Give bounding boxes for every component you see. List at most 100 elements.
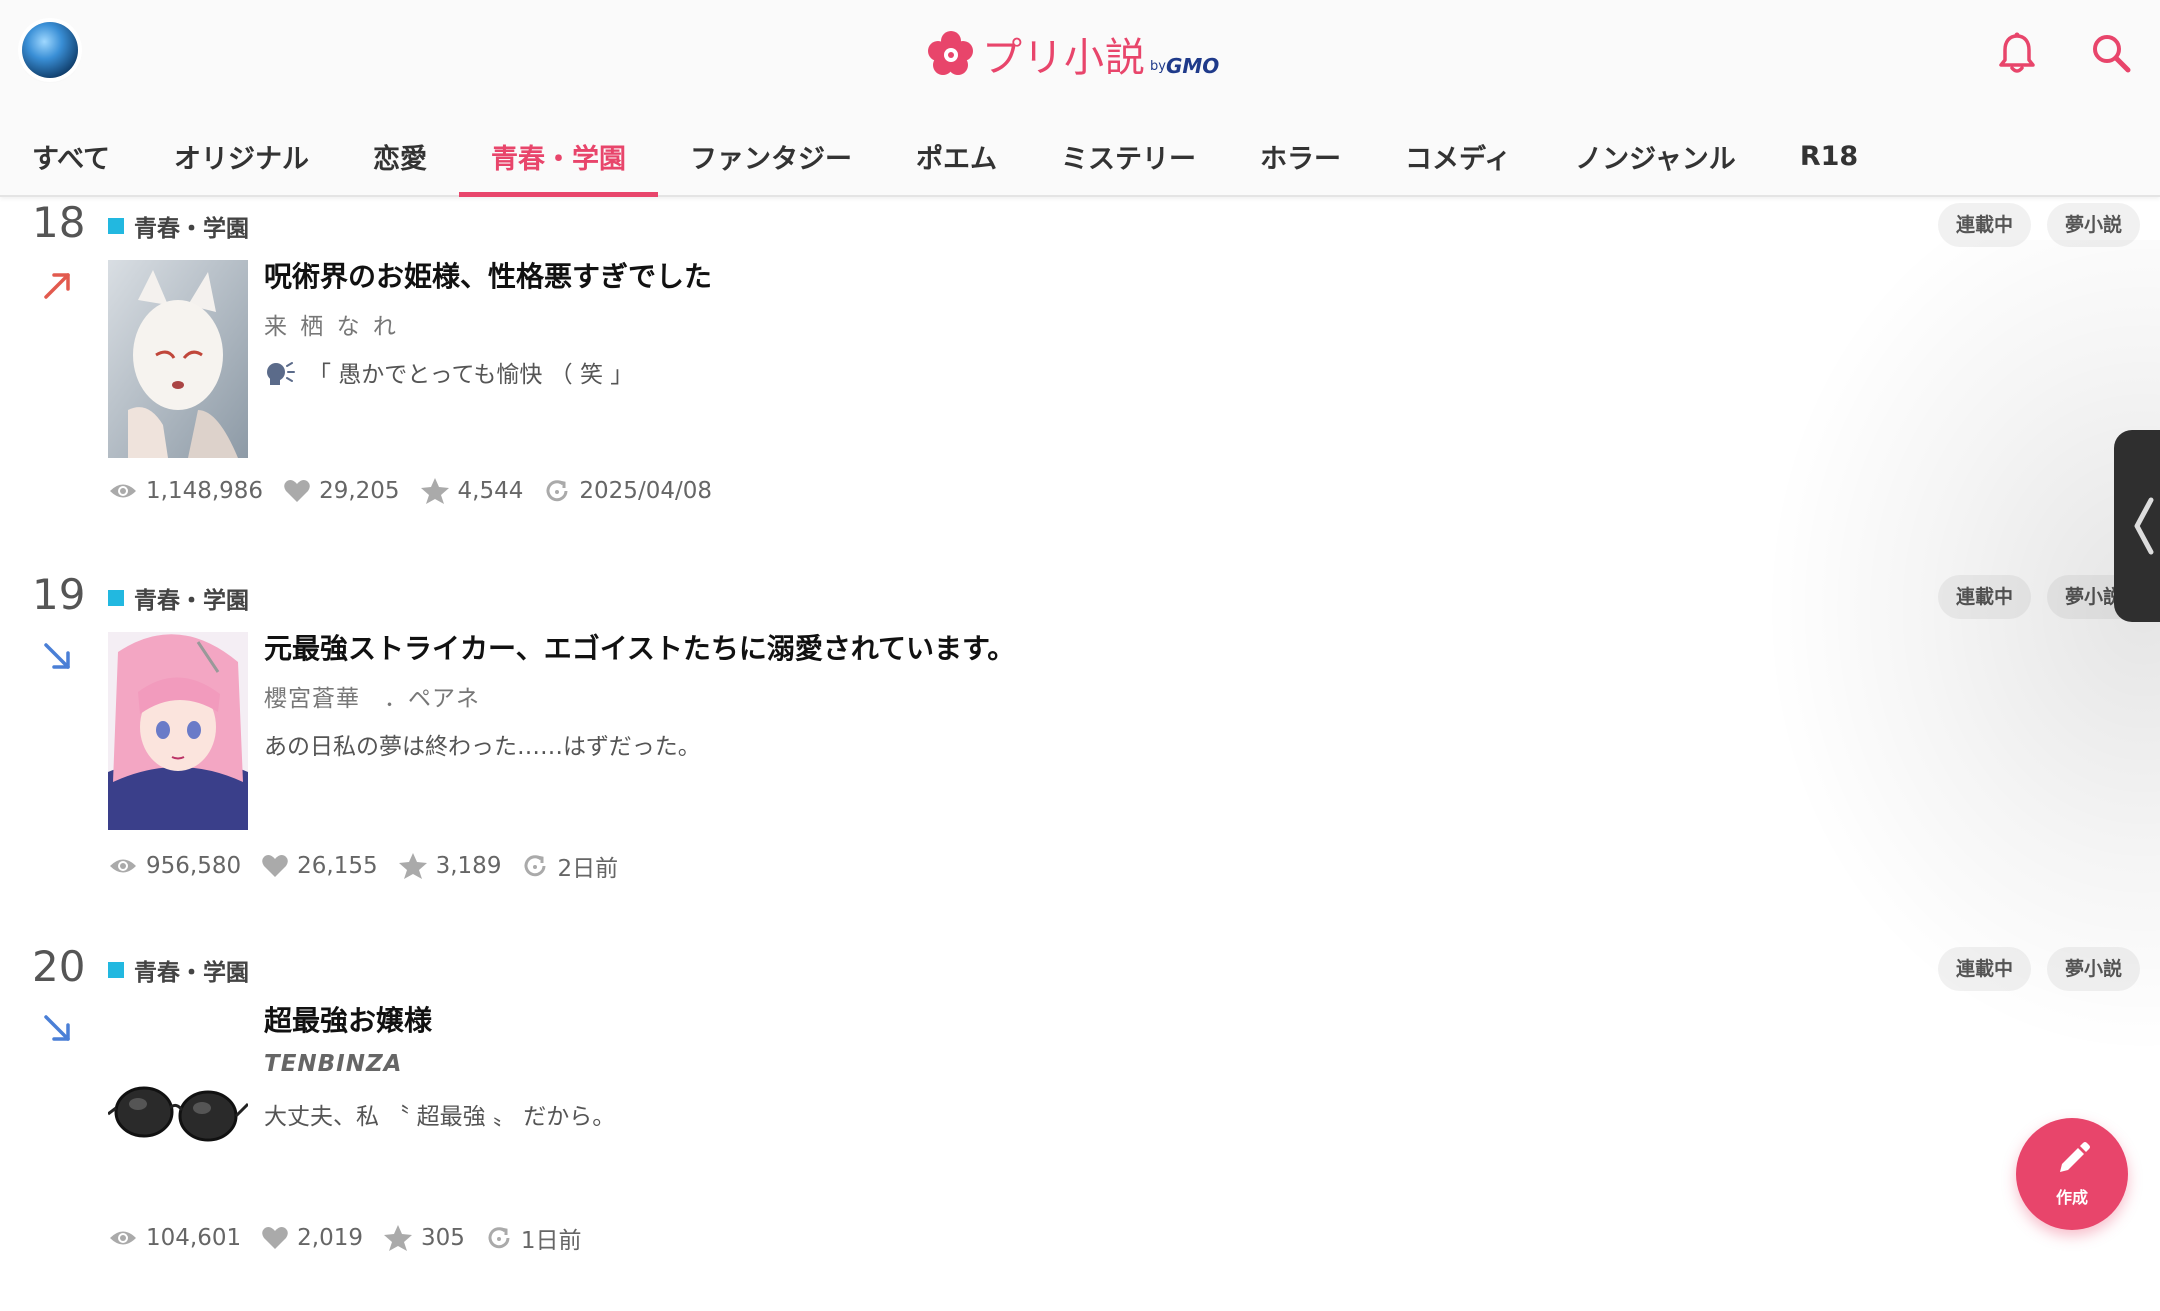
star-icon — [420, 478, 449, 504]
avatar[interactable] — [22, 22, 78, 78]
type-badge: 夢小説 — [2046, 947, 2140, 991]
novel-title[interactable]: 呪術界のお姫様、性格悪すぎでした — [264, 255, 712, 295]
genre-label: 青春・学園 — [108, 209, 249, 243]
stats-row: 1,148,986 29,205 4,544 2025/04/08 — [108, 477, 732, 505]
tab-youth-school[interactable]: 青春・学園 — [459, 118, 659, 197]
tab-label: ノンジャンル — [1575, 144, 1736, 175]
heart-icon — [262, 855, 288, 877]
tab-mystery[interactable]: ミステリー — [1029, 118, 1228, 195]
tab-label: ミステリー — [1061, 144, 1197, 175]
tagline: あの日私の夢は終わった……はずだった。 — [264, 727, 701, 761]
heart-icon — [262, 1227, 288, 1249]
pencil-icon — [2060, 1142, 2090, 1172]
trend-down-icon — [44, 1015, 70, 1041]
likes-stat: 29,205 — [283, 478, 400, 504]
stats-row: 104,601 2,019 305 1日前 — [108, 1221, 602, 1255]
stars-count: 305 — [420, 1225, 465, 1251]
likes-count: 29,205 — [319, 478, 400, 504]
tab-romance[interactable]: 恋愛 — [341, 118, 459, 195]
novel-title[interactable]: 超最強お嬢様 — [264, 999, 432, 1039]
cover-image[interactable] — [108, 260, 248, 458]
genre-tabs: すべて オリジナル 恋愛 青春・学園 ファンタジー ポエム ミステリー ホラー … — [0, 118, 2160, 197]
tagline-text: 大丈夫、私 〝 超最強 〟 だから。 — [264, 1104, 616, 1130]
tab-all[interactable]: すべて — [0, 118, 142, 195]
tab-non-genre[interactable]: ノンジャンル — [1543, 118, 1768, 195]
app-header: プリ小説 by GMO すべて オリジナル 恋愛 青春・学園 ファンタジー ポエ… — [0, 0, 2160, 197]
ranking-list: 18 青春・学園 連載中 夢小説 呪術界のお姫様、性格悪すぎでした 来 栖 な … — [0, 195, 2160, 1260]
flower-logo-icon — [928, 31, 973, 75]
tab-poem[interactable]: ポエム — [884, 118, 1029, 195]
site-logo[interactable]: プリ小説 by GMO — [926, 26, 1219, 82]
tab-horror[interactable]: ホラー — [1228, 118, 1373, 195]
trend-down-icon — [44, 643, 70, 669]
chevron-left-icon — [2134, 497, 2154, 555]
rank-number: 20 — [32, 942, 86, 991]
status-badge: 連載中 — [1937, 203, 2031, 247]
tab-fantasy[interactable]: ファンタジー — [658, 118, 884, 195]
likes-stat: 2,019 — [261, 1225, 363, 1251]
likes-count: 26,155 — [297, 853, 378, 879]
ranking-item[interactable]: 18 青春・学園 連載中 夢小説 呪術界のお姫様、性格悪すぎでした 来 栖 な … — [0, 195, 2160, 567]
tab-label: ファンタジー — [690, 144, 853, 175]
author-name[interactable]: 櫻宮蒼華 ．ペアネ — [264, 679, 480, 713]
likes-stat: 26,155 — [261, 853, 378, 879]
genre-label: 青春・学園 — [108, 953, 249, 987]
side-panel-handle[interactable] — [2114, 430, 2160, 622]
ranking-item[interactable]: 20 青春・学園 連載中 夢小説 超最強お嬢様 TENBINZA 大丈夫、私 〝… — [0, 939, 2160, 1311]
badge-group: 連載中 夢小説 — [1937, 947, 2140, 991]
tab-label: R18 — [1799, 141, 1859, 172]
updated-date: 2025/04/08 — [579, 478, 712, 504]
tab-label: オリジナル — [174, 144, 310, 175]
badge-group: 連載中 夢小説 — [1937, 575, 2140, 619]
novel-title[interactable]: 元最強ストライカー、エゴイストたちに溺愛されています。 — [264, 627, 1015, 667]
logo-text: プリ小説 — [982, 35, 1146, 81]
bell-icon[interactable] — [1994, 30, 2040, 76]
stats-row: 956,580 26,155 3,189 2日前 — [108, 849, 638, 883]
genre-square-icon — [108, 962, 124, 978]
author-name[interactable]: TENBINZA — [264, 1051, 402, 1077]
create-button[interactable]: 作成 — [2016, 1118, 2128, 1230]
updated-stat: 2025/04/08 — [543, 477, 712, 505]
tab-label: すべて — [32, 144, 111, 175]
star-icon — [383, 1225, 412, 1251]
stars-count: 3,189 — [435, 853, 502, 879]
views-count: 956,580 — [146, 853, 242, 879]
updated-date: 2日前 — [557, 856, 619, 882]
status-badge: 連載中 — [1937, 947, 2031, 991]
updated-stat: 1日前 — [485, 1221, 582, 1255]
cover-image[interactable] — [108, 1004, 248, 1202]
likes-count: 2,019 — [297, 1225, 363, 1251]
tab-label: ポエム — [916, 144, 998, 175]
author-name[interactable]: 来 栖 な れ — [264, 307, 399, 341]
tab-r18[interactable]: R18 — [1768, 118, 1890, 195]
refresh-icon — [488, 1227, 510, 1249]
trend-up-icon — [44, 273, 70, 299]
tab-label: ホラー — [1260, 144, 1342, 175]
tagline-text: あの日私の夢は終わった……はずだった。 — [264, 734, 701, 760]
eye-icon — [110, 859, 136, 873]
stars-stat: 4,544 — [420, 477, 524, 505]
tab-original[interactable]: オリジナル — [142, 118, 341, 195]
create-label: 作成 — [2055, 1188, 2088, 1207]
genre-text: 青春・学園 — [134, 960, 249, 986]
updated-stat: 2日前 — [521, 849, 618, 883]
views-stat: 956,580 — [108, 853, 241, 879]
search-icon[interactable] — [2088, 30, 2134, 76]
logo-by: by — [1150, 59, 1166, 74]
tab-comedy[interactable]: コメディ — [1373, 118, 1543, 195]
genre-text: 青春・学園 — [134, 588, 249, 614]
speaking-head-icon — [267, 362, 295, 385]
tagline: 「 愚かでとっても愉快 （ 笑 」 — [264, 355, 633, 389]
heart-icon — [284, 480, 310, 502]
genre-square-icon — [108, 590, 124, 606]
stars-stat: 3,189 — [398, 852, 502, 880]
ranking-item[interactable]: 19 青春・学園 連載中 夢小説 元最強ストライカー、エゴイストたちに溺愛されて… — [0, 567, 2160, 939]
tab-label: 恋愛 — [373, 144, 428, 175]
updated-date: 1日前 — [520, 1228, 582, 1254]
stars-count: 4,544 — [457, 478, 524, 504]
tagline: 大丈夫、私 〝 超最強 〟 だから。 — [264, 1097, 615, 1131]
cover-image[interactable] — [108, 632, 248, 830]
rank-number: 18 — [32, 198, 86, 247]
tab-label: コメディ — [1405, 144, 1512, 175]
tab-label: 青春・学園 — [491, 144, 627, 175]
